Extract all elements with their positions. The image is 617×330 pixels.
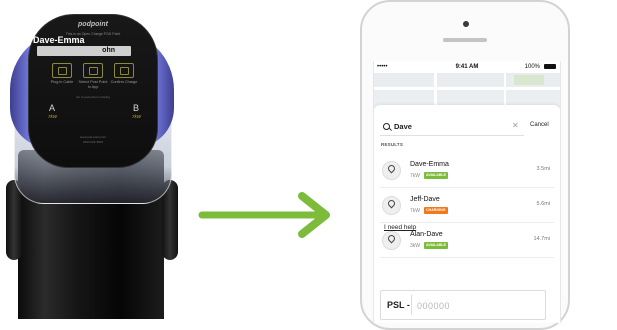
location-pin-icon (382, 231, 401, 250)
results-heading: RESULTS (381, 142, 404, 147)
camera-icon (463, 21, 469, 27)
result-item[interactable]: Dave-Emma 7kW AVAILABLE 3.5mi (380, 153, 554, 188)
result-power: 7kW (410, 208, 420, 214)
charger-image: podpoint This is an Open Charge POD Poin… (0, 0, 200, 319)
charger-field-value: ohn (102, 47, 115, 54)
phone-device: ••••• 9:41 AM 100% Dave ✕ Cancel RESULTS (360, 0, 570, 330)
charger-step-label: Select Post Point In App (78, 80, 108, 89)
battery-icon (544, 64, 556, 69)
status-badge: AVAILABLE (424, 242, 449, 249)
location-pin-icon (382, 196, 401, 215)
status-badge: AVAILABLE (424, 172, 449, 179)
psl-divider (411, 295, 412, 315)
charger-name-field: ohn (37, 46, 131, 56)
result-distance: 3.5mi (536, 166, 550, 172)
port-a-letter: A (49, 103, 56, 113)
charger-fine-print-3: 0333 006 3503 (82, 140, 104, 144)
result-power: 7kW (410, 173, 420, 179)
result-power: 3kW (410, 243, 420, 249)
close-icon[interactable]: ✕ (512, 121, 519, 130)
plug-icon (52, 63, 72, 78)
location-pin-icon (382, 161, 401, 180)
charger-name: Dave-Emma (33, 35, 85, 45)
port-a-power: 7kW (48, 114, 57, 119)
map-road (374, 87, 560, 90)
map-park (514, 75, 544, 85)
charger-step-confirm: Confirm Charge (109, 63, 139, 85)
search-row: Dave ✕ Cancel (380, 119, 554, 136)
charger-step-label: Plug in Cable (50, 80, 74, 84)
psl-prefix: PSL - (387, 300, 410, 310)
port-b-power: 7kW (132, 114, 141, 119)
phone-screen: ••••• 9:41 AM 100% Dave ✕ Cancel RESULTS (373, 61, 561, 323)
charger-face: podpoint This is an Open Charge POD Poin… (28, 14, 158, 168)
charger-fine-print-2: www.pod-point.com (79, 135, 107, 139)
result-name: Alan-Dave (410, 231, 443, 238)
cancel-button[interactable]: Cancel (530, 122, 549, 128)
result-distance: 5.6mi (536, 201, 550, 207)
battery-percentage: 100% (524, 64, 540, 70)
charger-step-select: Select Post Point In App (78, 63, 108, 89)
port-b-letter: B (133, 103, 140, 113)
result-distance: 14.7mi (533, 236, 550, 242)
right-arrow-icon (198, 192, 330, 238)
confirm-icon (114, 63, 134, 78)
status-badge: CHARGING (424, 207, 448, 214)
result-name: Jeff-Dave (410, 196, 440, 203)
speaker-grille (443, 38, 487, 42)
result-name: Dave-Emma (410, 161, 449, 168)
status-bar: ••••• 9:41 AM 100% (374, 61, 560, 73)
result-item[interactable]: Jeff-Dave 7kW CHARGING 5.6mi (380, 188, 554, 223)
search-value: Dave (394, 122, 412, 131)
phone-icon (83, 63, 103, 78)
psl-code-input[interactable] (415, 296, 539, 316)
help-link[interactable]: I need help (384, 224, 416, 231)
search-icon (383, 123, 390, 130)
charger-step-plug: Plug in Cable (47, 63, 77, 85)
charger-brand-logo: podpoint (78, 21, 108, 28)
charger-step-label: Confirm Charge (110, 80, 138, 84)
charger-fine-print: Go to pod-point.com/plug (76, 95, 110, 99)
search-input[interactable]: Dave ✕ (380, 119, 524, 136)
psl-code-field: PSL - (380, 290, 546, 320)
